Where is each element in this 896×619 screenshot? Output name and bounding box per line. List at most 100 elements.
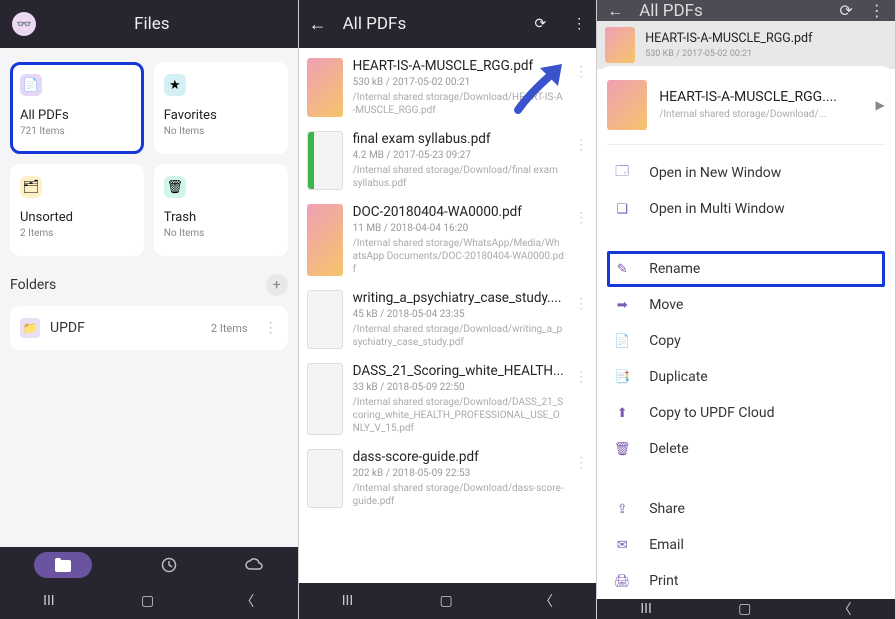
menu-item-print[interactable]: 🖨 Print xyxy=(607,563,885,599)
file-name: dass-score-guide.pdf xyxy=(353,449,565,465)
allpdfs-title: All PDFs xyxy=(343,14,509,34)
file-name: writing_a_psychiatry_case_study.... xyxy=(353,290,565,306)
menu-icon: ✎ xyxy=(613,260,631,278)
nav-back-icon[interactable]: 〈 xyxy=(539,591,553,611)
menu-icon: ✉ xyxy=(613,536,631,554)
menu-item-copy[interactable]: 📄 Copy xyxy=(607,323,885,359)
nav-recents-icon[interactable]: III xyxy=(43,593,54,609)
file-menu-icon[interactable]: ⋮ xyxy=(574,58,588,117)
refresh-icon[interactable]: ⟳ xyxy=(534,16,546,32)
file-meta: 4.2 MB / 2017-05-23 09:27 xyxy=(353,150,565,161)
nav-home-icon[interactable]: ▢ xyxy=(141,593,154,609)
menu-item-share[interactable]: ⇪ Share xyxy=(607,491,885,527)
menu-label: Open in New Window xyxy=(649,165,781,181)
tile-icon: 🗑 xyxy=(164,176,186,198)
tile-name: Favorites xyxy=(164,108,278,123)
menu-item-open-in-multi-window[interactable]: ❏ Open in Multi Window xyxy=(607,191,885,227)
file-list: HEART-IS-A-MUSCLE_RGG.pdf 530 kB / 2017-… xyxy=(299,48,597,583)
system-navbar: III ▢ 〈 xyxy=(299,583,597,619)
back-icon[interactable]: ← xyxy=(607,1,623,21)
file-thumb xyxy=(307,204,343,276)
file-menu-icon[interactable]: ⋮ xyxy=(574,131,588,190)
nav-recents-icon[interactable]: III xyxy=(342,593,353,609)
chevron-right-icon: ▶ xyxy=(876,98,885,112)
menu-group-file-ops: ✎ Rename ➡ Move 📄 Copy 📑 Duplicate ⬆ Cop… xyxy=(607,241,885,467)
menu-label: Duplicate xyxy=(649,369,708,385)
add-folder-button[interactable]: + xyxy=(266,274,288,296)
menu-item-delete[interactable]: 🗑 Delete xyxy=(607,431,885,467)
file-row[interactable]: writing_a_psychiatry_case_study.... 45 k… xyxy=(307,290,589,349)
tile-count: 2 Items xyxy=(20,228,134,239)
category-grid: 📄 All PDFs 721 Items ★ Favorites No Item… xyxy=(10,62,288,256)
menu-icon: 🖨 xyxy=(613,572,631,590)
menu-item-open-in-new-window[interactable]: 🗔 Open in New Window xyxy=(607,155,885,191)
folder-row[interactable]: 📁 UPDF 2 Items ⋮ xyxy=(10,306,288,350)
tile-name: Unsorted xyxy=(20,210,134,225)
folders-section-header: Folders + xyxy=(10,274,288,296)
file-menu-icon[interactable]: ⋮ xyxy=(574,290,588,349)
nav-back-icon[interactable]: 〈 xyxy=(240,591,254,611)
back-icon[interactable]: ← xyxy=(309,14,327,35)
sheet-header[interactable]: HEART-IS-A-MUSCLE_RGG.... /Internal shar… xyxy=(607,80,885,145)
category-tile-trash[interactable]: 🗑 Trash No Items xyxy=(154,164,288,256)
category-tile-unsorted[interactable]: 🗂 Unsorted 2 Items xyxy=(10,164,144,256)
folder-menu-icon[interactable]: ⋮ xyxy=(264,320,278,336)
file-path: /Internal shared storage/Download/final … xyxy=(353,164,565,190)
file-path: /Internal shared storage/Download/DASS_2… xyxy=(353,396,565,435)
panel-allpdfs: ← All PDFs ⟳ ⋮ HEART-IS-A-MUSCLE_RGG.pdf… xyxy=(299,0,598,619)
overflow-icon[interactable]: ⋮ xyxy=(572,16,586,32)
file-thumb xyxy=(307,58,343,117)
tile-icon: ★ xyxy=(164,74,186,96)
sheet-file-path: /Internal shared storage/Download/... xyxy=(659,108,863,121)
file-row[interactable]: DOC-20180404-WA0000.pdf 11 MB / 2018-04-… xyxy=(307,204,589,276)
file-thumb xyxy=(605,27,635,63)
dim-file-name: HEART-IS-A-MUSCLE_RGG.pdf xyxy=(645,31,887,46)
file-thumb xyxy=(307,290,343,349)
menu-group-share: ⇪ Share ✉ Email 🖨 Print xyxy=(607,481,885,599)
nav-recents-icon[interactable]: III xyxy=(640,601,651,617)
folder-icon: 📁 xyxy=(20,318,40,338)
file-path: /Internal shared storage/WhatsApp/Media/… xyxy=(353,237,565,276)
nav-home-icon[interactable]: ▢ xyxy=(439,593,452,609)
system-navbar: III ▢ 〈 xyxy=(0,583,298,619)
file-thumb xyxy=(307,131,343,190)
menu-item-email[interactable]: ✉ Email xyxy=(607,527,885,563)
overflow-icon[interactable]: ⋮ xyxy=(869,1,885,20)
task-files[interactable] xyxy=(34,552,92,578)
menu-label: Email xyxy=(649,537,684,553)
menu-item-copy-to-updf-cloud[interactable]: ⬆ Copy to UPDF Cloud xyxy=(607,395,885,431)
menu-label: Delete xyxy=(649,441,688,457)
menu-item-move[interactable]: ➡ Move xyxy=(607,287,885,323)
file-menu-icon[interactable]: ⋮ xyxy=(574,449,588,508)
tile-count: 721 Items xyxy=(20,126,134,137)
task-recent-icon[interactable] xyxy=(161,557,177,573)
app-taskbar xyxy=(0,547,298,583)
files-header: 👓 Files xyxy=(0,0,298,48)
nav-home-icon[interactable]: ▢ xyxy=(738,601,751,617)
ctx-header: ← All PDFs ⟳ ⋮ xyxy=(597,0,895,21)
file-row[interactable]: dass-score-guide.pdf 202 kB / 2018-05-09… xyxy=(307,449,589,508)
refresh-icon[interactable]: ⟳ xyxy=(839,1,852,20)
dim-file-meta: 530 KB / 2017-05-02 00:21 xyxy=(645,49,887,59)
tile-count: No Items xyxy=(164,228,278,239)
menu-item-duplicate[interactable]: 📑 Duplicate xyxy=(607,359,885,395)
file-menu-icon[interactable]: ⋮ xyxy=(574,204,588,276)
file-menu-icon[interactable]: ⋮ xyxy=(574,363,588,435)
menu-group-open: 🗔 Open in New Window ❏ Open in Multi Win… xyxy=(607,145,885,227)
task-cloud-icon[interactable] xyxy=(245,558,263,572)
category-tile-all-pdfs[interactable]: 📄 All PDFs 721 Items xyxy=(10,62,144,154)
file-row[interactable]: DASS_21_Scoring_white_HEALTH... 33 kB / … xyxy=(307,363,589,435)
menu-icon: ⬆ xyxy=(613,404,631,422)
menu-item-rename[interactable]: ✎ Rename xyxy=(607,251,885,287)
menu-icon: ➡ xyxy=(613,296,631,314)
menu-label: Copy xyxy=(649,333,681,349)
menu-icon: ⇪ xyxy=(613,500,631,518)
category-tile-favorites[interactable]: ★ Favorites No Items xyxy=(154,62,288,154)
annotation-arrow xyxy=(510,58,570,118)
sheet-file-name: HEART-IS-A-MUSCLE_RGG.... xyxy=(659,89,863,105)
action-sheet: HEART-IS-A-MUSCLE_RGG.... /Internal shar… xyxy=(597,66,895,599)
tile-name: Trash xyxy=(164,210,278,225)
nav-back-icon[interactable]: 〈 xyxy=(838,599,852,619)
file-row[interactable]: final exam syllabus.pdf 4.2 MB / 2017-05… xyxy=(307,131,589,190)
menu-icon: 🗑 xyxy=(613,440,631,458)
